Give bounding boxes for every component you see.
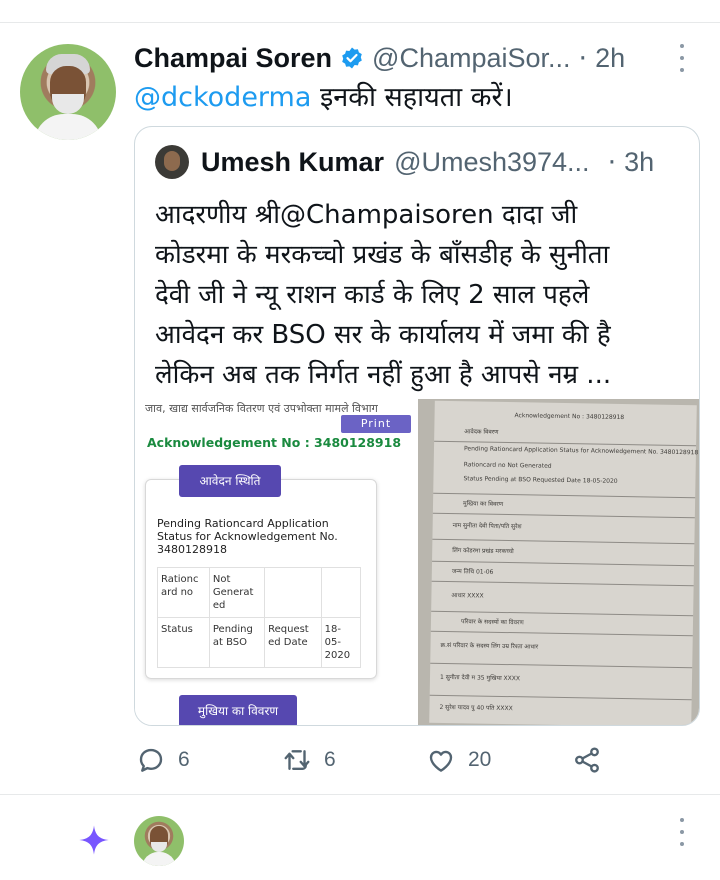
- reply-button[interactable]: 6: [136, 740, 190, 780]
- doc-text: आवेदक विवरण: [464, 428, 499, 436]
- like-count: 20: [468, 748, 492, 771]
- separator-dot: ·: [578, 42, 588, 74]
- tweet-text: @dckoderma इनकी सहायता करें।: [134, 80, 513, 116]
- sparkle-icon[interactable]: [72, 818, 116, 862]
- doc-text: 2 सुरेश यादव पु 40 पति XXXX: [439, 703, 513, 713]
- reply-icon: [139, 748, 163, 772]
- quoted-text-line: लेकिन अब तक निर्गत नहीं हुआ है आपसे नम्र…: [155, 360, 612, 390]
- author-handle[interactable]: @ChampaiSor...: [372, 43, 571, 74]
- table-cell: [320, 567, 362, 618]
- doc-text: जन्म तिथि 01-06: [451, 568, 494, 576]
- top-divider: [0, 22, 720, 23]
- table-cell: Rationc ard no: [157, 567, 210, 618]
- doc-text: क्र.सं परिवार के सदस्य लिंग उम्र रिश्ता …: [440, 641, 539, 651]
- tweet-actions: 6 6 20: [0, 740, 720, 780]
- quoted-tweet-time: 3h: [624, 146, 655, 177]
- quoted-author-avatar: [155, 145, 189, 179]
- doc-text: लिंग कोडरमा प्रखंड मरकच्चो: [452, 547, 514, 556]
- document-paper: Acknowledgement No : 3480128918 आवेदक वि…: [429, 400, 699, 725]
- table-cell: Not Generat ed: [208, 567, 266, 618]
- tweet-body: इनकी सहायता करें।: [311, 82, 513, 113]
- quoted-tweet-text: आदरणीय श्री@Champaisoren दादा जी कोडरमा …: [155, 195, 685, 395]
- retweet-count: 6: [324, 748, 336, 771]
- status-table: Rationc ard no Not Generat ed Status Pen…: [157, 567, 362, 668]
- media-image-document-photo[interactable]: Acknowledgement No : 3480128918 आवेदक वि…: [418, 399, 699, 725]
- quoted-text-line: देवी जी ने न्यू राशन कार्ड के लिए 2 साल …: [155, 280, 590, 310]
- mention-link[interactable]: @dckoderma: [134, 82, 311, 113]
- acknowledgement-number: Acknowledgement No : 3480128918: [147, 435, 402, 450]
- quoted-author-name: Umesh Kumar: [201, 146, 385, 177]
- table-row: Status Pending at BSO Request ed Date 18…: [157, 617, 362, 668]
- separator-dot: ·: [607, 146, 617, 178]
- doc-text: Acknowledgement No : 3480128918: [514, 412, 625, 422]
- table-cell: [264, 567, 322, 618]
- doc-text: आधार XXXX: [451, 592, 484, 600]
- doc-text: Pending Rationcard Application Status fo…: [463, 445, 699, 457]
- quoted-tweet-card[interactable]: Umesh Kumar @Umesh3974... · 3h आदरणीय श्…: [134, 126, 700, 726]
- more-icon[interactable]: [676, 44, 688, 72]
- bottom-divider: [0, 794, 720, 795]
- more-icon[interactable]: [676, 818, 688, 846]
- share-icon: [575, 747, 599, 773]
- quoted-text-line: कोडरमा के मरकच्चो प्रखंड के बाँसडीह के स…: [155, 240, 610, 270]
- share-button[interactable]: [572, 740, 602, 780]
- verified-badge-icon: [342, 47, 362, 69]
- reply-count: 6: [178, 748, 190, 771]
- print-button: Print: [341, 415, 411, 433]
- doc-text: परिवार के सदस्यों का विवरण: [460, 618, 524, 627]
- application-status-button: आवेदन स्थिति: [179, 465, 281, 497]
- like-icon: [429, 750, 453, 772]
- like-button[interactable]: 20: [426, 740, 491, 780]
- doc-text: Status Pending at BSO Requested Date 18-…: [463, 475, 618, 485]
- pending-status-title: Pending Rationcard Application Status fo…: [157, 517, 338, 556]
- table-cell: 18-05-2020: [320, 617, 362, 668]
- retweet-icon: [284, 750, 310, 770]
- next-tweet-avatar[interactable]: [134, 816, 184, 866]
- table-cell: Pending at BSO: [208, 617, 266, 668]
- table-cell: Status: [157, 617, 210, 668]
- page-header-text: जाव, खाद्य सार्वजनिक वितरण एवं उपभोक्ता …: [145, 402, 378, 415]
- quoted-text-line: आदरणीय श्री@Champaisoren दादा जी: [155, 200, 578, 230]
- quoted-text-line: आवेदन कर BSO सर के कार्यालय में जमा की ह…: [155, 320, 611, 350]
- doc-text: Rationcard no Not Generated: [463, 461, 552, 470]
- retweet-button[interactable]: 6: [282, 740, 336, 780]
- tweet-time[interactable]: 2h: [595, 43, 625, 74]
- tweet-header: Champai Soren @ChampaiSor... · 2h: [134, 40, 625, 76]
- doc-text: मुखिया का विवरण: [462, 500, 504, 508]
- author-avatar[interactable]: [20, 44, 116, 140]
- doc-text: 1 सुनीता देवी म 35 मुखिया XXXX: [439, 673, 521, 683]
- media-image-status-screenshot[interactable]: जाव, खाद्य सार्वजनिक वितरण एवं उपभोक्ता …: [135, 399, 416, 725]
- table-row: Rationc ard no Not Generat ed: [157, 567, 362, 618]
- author-name[interactable]: Champai Soren: [134, 43, 332, 74]
- table-cell: Request ed Date: [264, 617, 322, 668]
- quoted-author-handle: @Umesh3974...: [394, 146, 590, 177]
- doc-text: नाम सुनीता देवी पिता/पति सुरेश: [452, 522, 522, 531]
- head-details-button: मुखिया का विवरण: [179, 695, 297, 725]
- quoted-tweet-header: Umesh Kumar @Umesh3974... · 3h: [201, 143, 654, 181]
